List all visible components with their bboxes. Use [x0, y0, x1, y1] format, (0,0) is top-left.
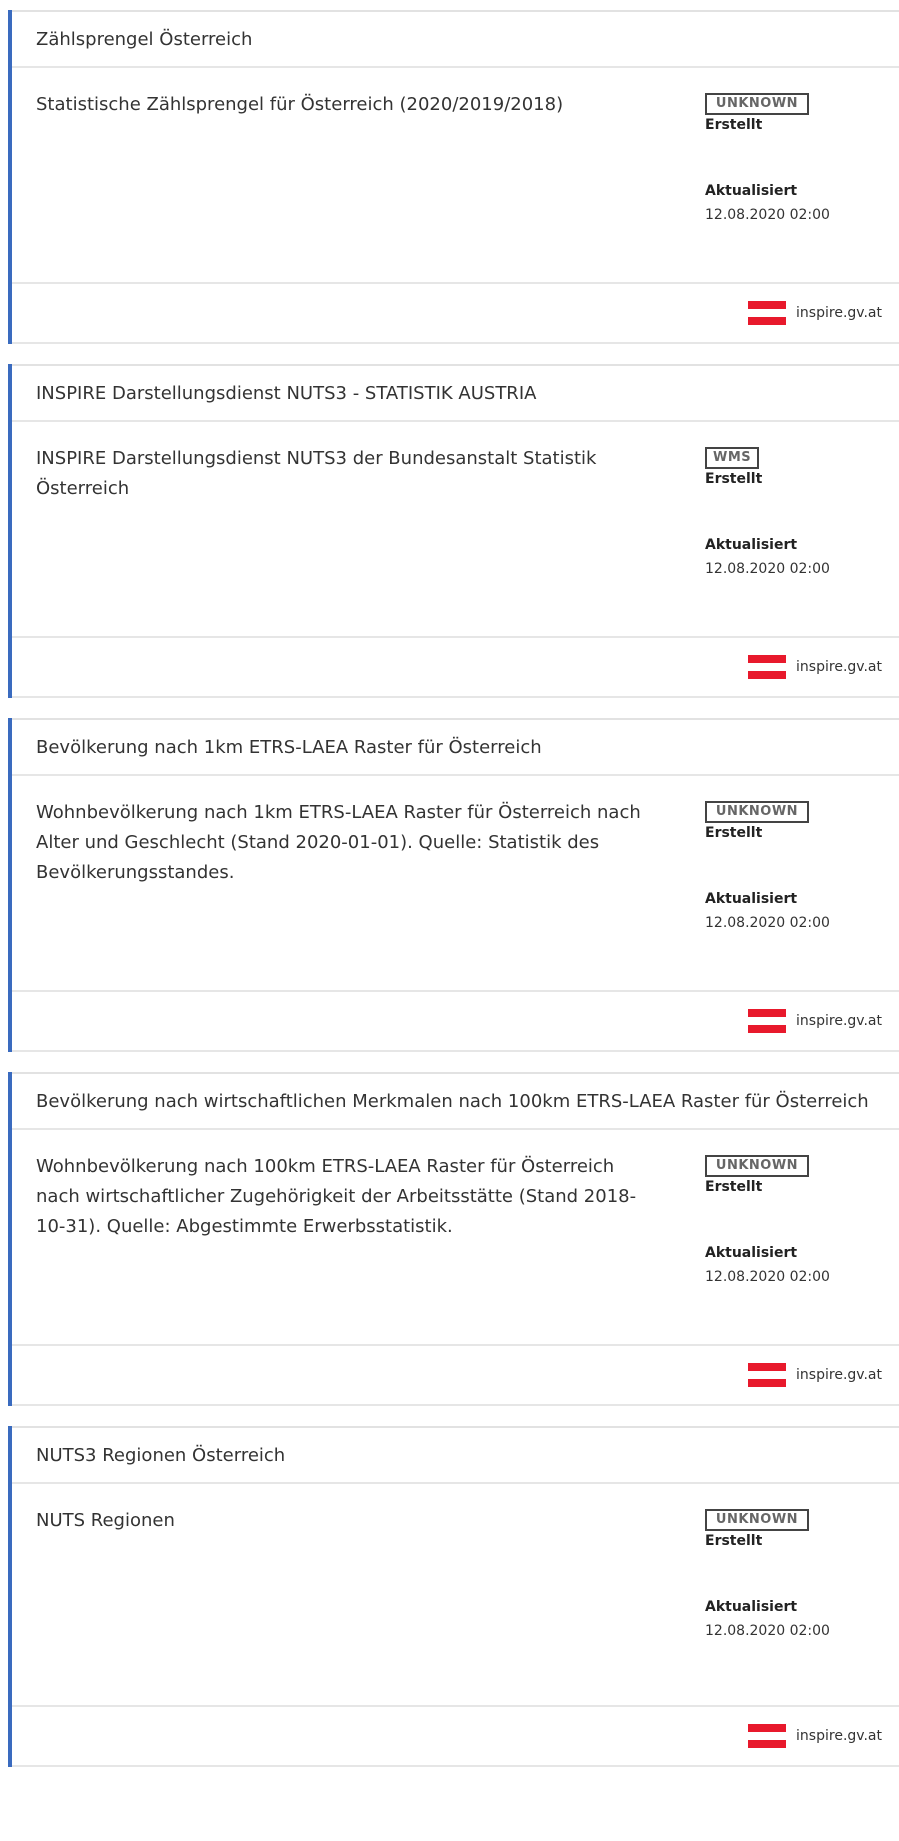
source-link[interactable]: inspire.gv.at: [748, 1346, 882, 1404]
austria-flag-icon: [748, 655, 787, 679]
dataset-description: Wohnbevölkerung nach 1km ETRS-LAEA Raste…: [36, 802, 641, 883]
dataset-title[interactable]: NUTS3 Regionen Österreich: [12, 1426, 899, 1484]
updated-value: 12.08.2020 02:00: [705, 207, 830, 223]
dataset-card[interactable]: Zählsprengel Österreich Statistische Zäh…: [8, 10, 899, 344]
dataset-footer: inspire.gv.at: [12, 1707, 899, 1767]
dataset-title[interactable]: Bevölkerung nach 1km ETRS-LAEA Raster fü…: [12, 718, 899, 776]
dataset-meta: UNKNOWN Erstellt Aktualisiert 12.08.2020…: [705, 92, 885, 225]
dataset-card[interactable]: Bevölkerung nach wirtschaftlichen Merkma…: [8, 1072, 899, 1406]
dataset-footer: inspire.gv.at: [12, 284, 899, 344]
updated-label: Aktualisiert: [705, 183, 798, 199]
dataset-card[interactable]: INSPIRE Darstellungsdienst NUTS3 - STATI…: [8, 364, 899, 698]
dataset-body: INSPIRE Darstellungsdienst NUTS3 der Bun…: [12, 422, 899, 638]
dataset-title[interactable]: Bevölkerung nach wirtschaftlichen Merkma…: [12, 1072, 899, 1130]
dataset-meta: UNKNOWN Erstellt Aktualisiert 12.08.2020…: [705, 1508, 885, 1641]
dataset-description: NUTS Regionen: [36, 1510, 175, 1531]
dataset-title[interactable]: Zählsprengel Österreich: [12, 10, 899, 68]
austria-flag-icon: [748, 301, 787, 325]
dataset-meta: UNKNOWN Erstellt Aktualisiert 12.08.2020…: [705, 1154, 885, 1287]
type-badge: UNKNOWN: [705, 801, 809, 823]
dataset-footer: inspire.gv.at: [12, 638, 899, 698]
dataset-description: Statistische Zählsprengel für Österreich…: [36, 94, 564, 115]
updated-label: Aktualisiert: [705, 537, 798, 553]
dataset-list: Zählsprengel Österreich Statistische Zäh…: [8, 0, 899, 1787]
type-badge: UNKNOWN: [705, 1155, 809, 1177]
type-badge: UNKNOWN: [705, 1509, 809, 1531]
updated-label: Aktualisiert: [705, 1599, 798, 1615]
updated-label: Aktualisiert: [705, 1245, 798, 1261]
updated-value: 12.08.2020 02:00: [705, 1623, 830, 1639]
dataset-description: Wohnbevölkerung nach 100km ETRS-LAEA Ras…: [36, 1156, 637, 1237]
created-label: Erstellt: [705, 1179, 763, 1195]
source-label: inspire.gv.at: [796, 1013, 882, 1029]
created-label: Erstellt: [705, 117, 763, 133]
austria-flag-icon: [748, 1009, 787, 1033]
dataset-card[interactable]: NUTS3 Regionen Österreich NUTS Regionen …: [8, 1426, 899, 1767]
source-label: inspire.gv.at: [796, 659, 882, 675]
dataset-body: Wohnbevölkerung nach 1km ETRS-LAEA Raste…: [12, 776, 899, 992]
created-label: Erstellt: [705, 471, 763, 487]
source-label: inspire.gv.at: [796, 305, 882, 321]
dataset-meta: UNKNOWN Erstellt Aktualisiert 12.08.2020…: [705, 800, 885, 933]
austria-flag-icon: [748, 1363, 787, 1387]
updated-value: 12.08.2020 02:00: [705, 1269, 830, 1285]
created-label: Erstellt: [705, 825, 763, 841]
dataset-title[interactable]: INSPIRE Darstellungsdienst NUTS3 - STATI…: [12, 364, 899, 422]
source-link[interactable]: inspire.gv.at: [748, 638, 882, 696]
updated-value: 12.08.2020 02:00: [705, 915, 830, 931]
source-link[interactable]: inspire.gv.at: [748, 284, 882, 342]
source-label: inspire.gv.at: [796, 1728, 882, 1744]
source-link[interactable]: inspire.gv.at: [748, 1707, 882, 1765]
dataset-body: Wohnbevölkerung nach 100km ETRS-LAEA Ras…: [12, 1130, 899, 1346]
dataset-footer: inspire.gv.at: [12, 1346, 899, 1406]
created-label: Erstellt: [705, 1533, 763, 1549]
dataset-footer: inspire.gv.at: [12, 992, 899, 1052]
updated-value: 12.08.2020 02:00: [705, 561, 830, 577]
type-badge: UNKNOWN: [705, 93, 809, 115]
updated-label: Aktualisiert: [705, 891, 798, 907]
austria-flag-icon: [748, 1724, 787, 1748]
dataset-body: NUTS Regionen UNKNOWN Erstellt Aktualisi…: [12, 1484, 899, 1707]
dataset-card[interactable]: Bevölkerung nach 1km ETRS-LAEA Raster fü…: [8, 718, 899, 1052]
type-badge: WMS: [705, 447, 760, 469]
source-label: inspire.gv.at: [796, 1367, 882, 1383]
dataset-meta: WMS Erstellt Aktualisiert 12.08.2020 02:…: [705, 446, 885, 579]
source-link[interactable]: inspire.gv.at: [748, 992, 882, 1050]
dataset-description: INSPIRE Darstellungsdienst NUTS3 der Bun…: [36, 448, 597, 499]
dataset-body: Statistische Zählsprengel für Österreich…: [12, 68, 899, 284]
